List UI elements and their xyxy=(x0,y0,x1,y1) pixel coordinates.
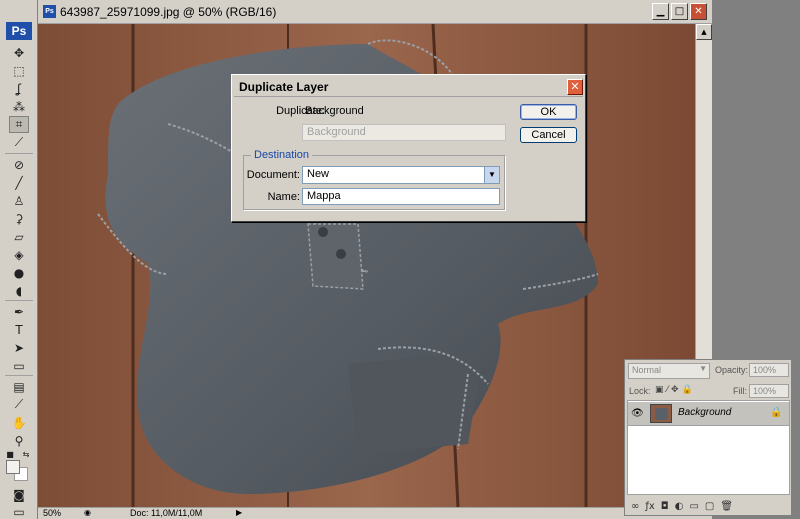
lock-options-icon[interactable]: ▣⁄✥🔒 xyxy=(655,385,696,395)
duplicate-layer-dialog: Duplicate Layer ✕ Duplicate: Background … xyxy=(231,74,586,222)
document-icon: Ps xyxy=(43,5,56,18)
move-icon[interactable]: ✥ xyxy=(9,44,29,61)
lock-label: Lock: xyxy=(629,386,651,396)
opacity-label: Opacity: xyxy=(715,365,749,375)
slice-icon[interactable]: ⟋ xyxy=(9,134,29,151)
magic-wand-icon[interactable]: ⁂ xyxy=(9,98,29,115)
gradient-icon[interactable]: ◈ xyxy=(9,246,29,263)
pen-icon[interactable]: ✒ xyxy=(9,303,29,320)
screen-mode-icon[interactable]: ▭ xyxy=(9,503,29,519)
eraser-icon[interactable]: ▱ xyxy=(9,228,29,245)
tools-palette: Ps ✥ ⬚ ʆ ⁂ ⌗ ⟋ ⊘ ╱ ♙ ⚳ ▱ ◈ ● ◖ ✒ T ➤ ▭ ▤… xyxy=(0,0,38,519)
scroll-up-icon[interactable]: ▲ xyxy=(696,24,712,40)
eye-icon[interactable]: 👁 xyxy=(631,408,644,419)
new-group-icon[interactable]: ▭ xyxy=(689,501,698,512)
layers-footer: ∞ ƒx ◘ ◐ ▭ ▢ 🗑 xyxy=(627,498,790,514)
destination-group-label: Destination xyxy=(251,149,313,161)
delete-layer-icon[interactable]: 🗑 xyxy=(720,501,733,512)
path-select-icon[interactable]: ➤ xyxy=(9,339,29,356)
foreground-color-swatch[interactable] xyxy=(6,460,20,474)
cancel-button[interactable]: Cancel xyxy=(520,127,577,143)
hand-icon[interactable]: ✋ xyxy=(9,414,29,431)
close-icon[interactable]: ✕ xyxy=(690,3,707,20)
document-title: 643987_25971099.jpg @ 50% (RGB/16) xyxy=(60,5,277,19)
brush-icon[interactable]: ╱ xyxy=(9,174,29,191)
crop-icon[interactable]: ⌗ xyxy=(9,116,29,133)
quick-mask-icon[interactable]: ◙ xyxy=(9,486,29,503)
shape-icon[interactable]: ▭ xyxy=(9,357,29,374)
dodge-icon[interactable]: ◖ xyxy=(9,282,29,299)
layer-mask-icon[interactable]: ◘ xyxy=(661,501,669,512)
fill-field[interactable]: 100% xyxy=(749,384,789,398)
minimize-icon[interactable]: ▁ xyxy=(652,3,669,20)
name-field[interactable]: Mappa xyxy=(302,188,500,205)
link-layers-icon[interactable]: ∞ xyxy=(631,501,639,512)
blend-mode-select[interactable]: Normal ▼ xyxy=(628,363,710,379)
stamp-icon[interactable]: ♙ xyxy=(9,192,29,209)
layers-panel: Normal ▼ Opacity: 100% Lock: ▣⁄✥🔒 Fill: … xyxy=(624,359,792,516)
zoom-level[interactable]: 50% xyxy=(43,508,61,518)
fill-label: Fill: xyxy=(733,386,747,396)
adjustment-layer-icon[interactable]: ◐ xyxy=(675,501,684,512)
new-layer-icon[interactable]: ▢ xyxy=(705,501,714,512)
opacity-field[interactable]: 100% xyxy=(749,363,789,377)
notes-icon[interactable]: ▤ xyxy=(9,378,29,395)
chevron-down-icon: ▼ xyxy=(699,364,707,373)
chevron-down-icon[interactable]: ▼ xyxy=(484,167,499,183)
layer-list: 👁 Background 🔒 xyxy=(627,400,790,495)
status-bar: 50% ◉ Doc: 11,0M/11,0M ▶ xyxy=(38,507,712,519)
document-select-value: New xyxy=(307,168,330,180)
eyedropper-icon[interactable]: ⟋ xyxy=(9,396,29,413)
history-brush-icon[interactable]: ⚳ xyxy=(9,210,29,227)
layer-style-icon[interactable]: ƒx xyxy=(645,501,654,512)
layer-name: Background xyxy=(678,407,732,418)
blend-mode-value: Normal xyxy=(632,365,662,375)
lasso-icon[interactable]: ʆ xyxy=(9,80,29,97)
status-menu-icon[interactable]: ◉ xyxy=(84,508,91,517)
healing-icon[interactable]: ⊘ xyxy=(9,156,29,173)
document-select[interactable]: New ▼ xyxy=(302,166,500,184)
photoshop-logo[interactable]: Ps xyxy=(6,22,32,40)
maximize-icon[interactable]: □ xyxy=(671,3,688,20)
status-arrow-icon[interactable]: ▶ xyxy=(236,508,242,517)
document-titlebar[interactable]: Ps 643987_25971099.jpg @ 50% (RGB/16) ▁ … xyxy=(38,0,712,24)
type-icon[interactable]: T xyxy=(9,321,29,338)
layer-thumbnail xyxy=(650,404,672,423)
ok-button[interactable]: OK xyxy=(520,104,577,120)
name-label: Name: xyxy=(267,191,300,203)
close-icon[interactable]: ✕ xyxy=(567,79,583,95)
swap-colors-icon[interactable]: ⇆ xyxy=(20,446,32,463)
duplicate-value: Background xyxy=(305,105,364,117)
marquee-icon[interactable]: ⬚ xyxy=(9,62,29,79)
document-size: Doc: 11,0M/11,0M xyxy=(130,508,203,518)
document-label: Document: xyxy=(246,169,300,181)
blur-icon[interactable]: ● xyxy=(9,264,29,281)
dialog-titlebar[interactable]: Duplicate Layer ✕ xyxy=(234,77,583,97)
lock-icon: 🔒 xyxy=(770,407,783,418)
dialog-title: Duplicate Layer xyxy=(239,80,329,94)
as-field: Background xyxy=(302,124,506,141)
layer-row[interactable]: 👁 Background 🔒 xyxy=(628,402,789,426)
